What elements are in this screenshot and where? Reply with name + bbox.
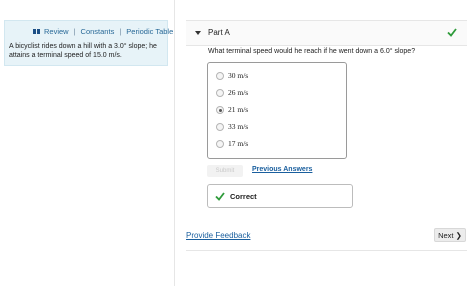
checkmark-icon [447, 28, 457, 37]
result-box: Correct [207, 184, 353, 208]
radio-button[interactable] [216, 123, 224, 131]
footer-divider [186, 250, 467, 251]
radio-button-selected[interactable] [216, 106, 224, 114]
separator: | [119, 27, 122, 36]
panel-divider [174, 0, 175, 286]
choices-box: 30 m/s 26 m/s 21 m/s 33 m/s 17 m/s [207, 62, 347, 159]
constants-link[interactable]: Constants [81, 27, 115, 36]
checkmark-icon [215, 192, 225, 201]
previous-answers-link[interactable]: Previous Answers [252, 166, 312, 173]
submit-button[interactable]: Submit [207, 165, 243, 177]
choice-label: 30 m/s [228, 71, 249, 80]
choice-label: 26 m/s [228, 88, 249, 97]
radio-button[interactable] [216, 72, 224, 80]
caret-down-icon[interactable] [195, 31, 201, 35]
provide-feedback-link[interactable]: Provide Feedback [186, 231, 250, 240]
question-text: What terminal speed would he reach if he… [208, 48, 416, 55]
choice-label: 21 m/s [228, 105, 249, 114]
periodic-table-link[interactable]: Periodic Table [126, 27, 173, 36]
separator: | [73, 27, 76, 36]
review-icon[interactable] [33, 29, 40, 34]
choice-label: 17 m/s [228, 139, 249, 148]
result-label: Correct [230, 192, 257, 201]
resource-links: Review | Constants | Periodic Table [33, 27, 173, 36]
part-title: Part A [208, 28, 230, 37]
review-link[interactable]: Review [44, 27, 69, 36]
problem-text: A bicyclist rides down a hill with a 3.0… [9, 43, 157, 59]
choice-label: 33 m/s [228, 122, 249, 131]
radio-button[interactable] [216, 140, 224, 148]
next-button[interactable]: Next ❯ [434, 228, 466, 242]
radio-button[interactable] [216, 89, 224, 97]
part-a-header[interactable]: Part A [186, 20, 467, 46]
problem-card: Review | Constants | Periodic Table A bicycl… [4, 20, 173, 66]
